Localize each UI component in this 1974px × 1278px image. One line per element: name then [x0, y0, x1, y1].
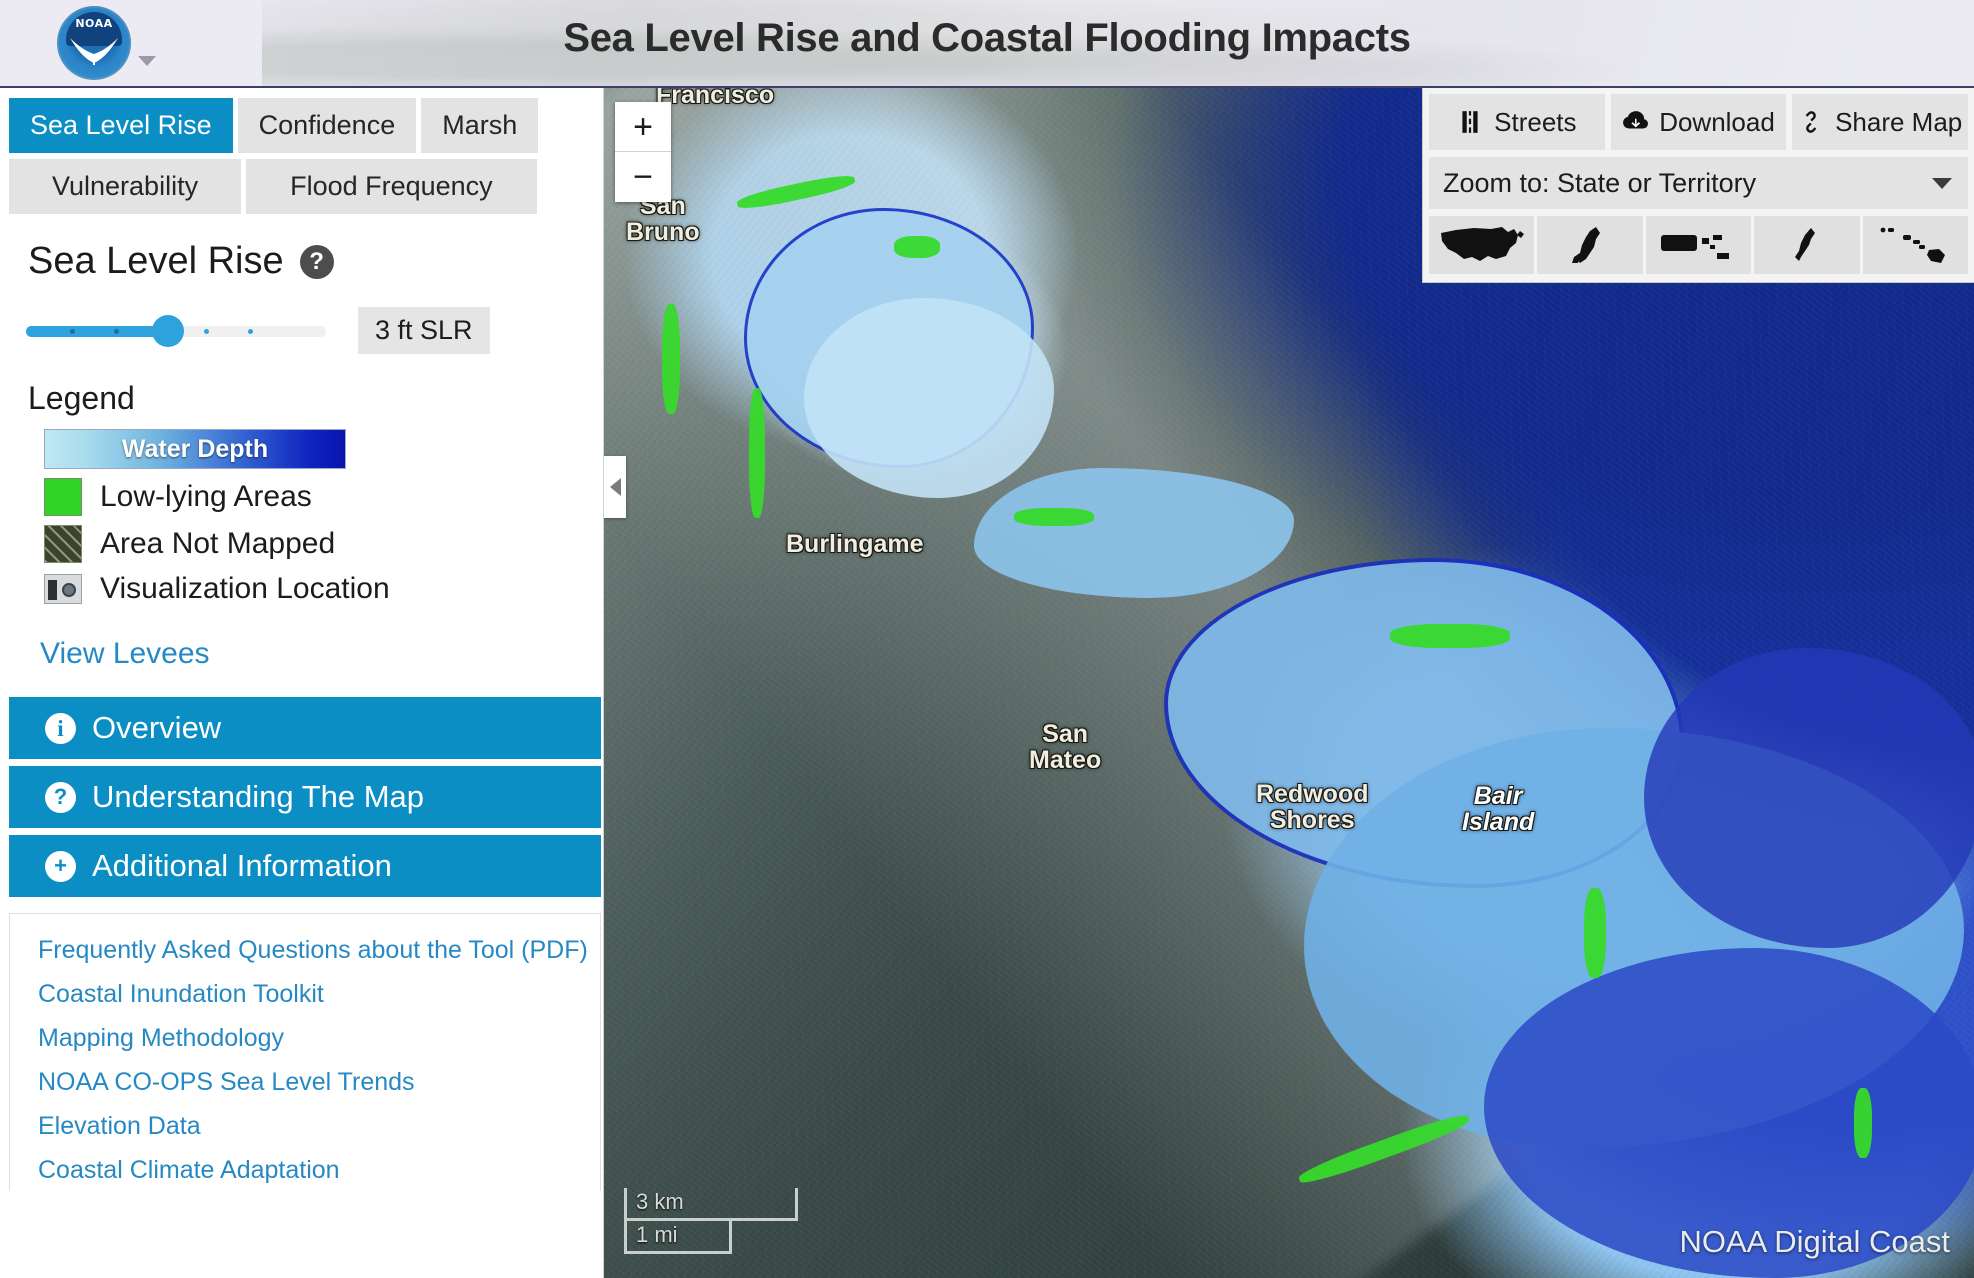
slr-slider[interactable]: [26, 314, 326, 347]
resource-links-panel: Frequently Asked Questions about the Too…: [9, 913, 601, 1192]
accordion-label-understanding-the-map: Understanding The Map: [92, 779, 425, 815]
collapse-sidebar-handle[interactable]: [604, 456, 626, 518]
region-button-hawaii[interactable]: [1862, 216, 1969, 274]
scale-mi-label: 1 mi: [624, 1221, 732, 1254]
link-faq[interactable]: Frequently Asked Questions about the Too…: [38, 936, 600, 965]
accordion-label-overview: Overview: [92, 710, 222, 746]
low-lying-area: [1584, 888, 1606, 978]
water-depth-gradient: Water Depth: [44, 429, 346, 470]
app-header: NOAA Sea Level Rise and Coastal Flooding…: [0, 0, 1974, 88]
streets-label: Streets: [1494, 106, 1577, 137]
accordion-label-additional-information: Additional Information: [92, 848, 392, 884]
camera-lens: [62, 583, 76, 598]
guam-map-icon: [1794, 228, 1815, 261]
download-label: Download: [1659, 106, 1775, 137]
legend-label-visualization: Visualization Location: [100, 572, 390, 606]
low-lying-swatch-icon: [44, 478, 82, 517]
legend-row-visualization: Visualization Location: [44, 572, 603, 606]
legend-label-low-lying: Low-lying Areas: [100, 480, 312, 514]
low-lying-area: [1390, 624, 1510, 648]
link-elevation-data[interactable]: Elevation Data: [38, 1112, 600, 1141]
tab-marsh[interactable]: Marsh: [421, 98, 539, 154]
low-lying-area: [894, 236, 940, 258]
tab-vulnerability[interactable]: Vulnerability: [9, 159, 242, 215]
tab-sea-level-rise[interactable]: Sea Level Rise: [9, 98, 233, 154]
legend-row-water-depth: Water Depth: [44, 429, 603, 470]
view-levees-link[interactable]: View Levees: [40, 637, 210, 671]
tab-confidence[interactable]: Confidence: [237, 98, 417, 154]
panel-title-row: Sea Level Rise ?: [28, 240, 603, 283]
legend-list: Water Depth Low-lying Areas Area Not Map…: [44, 429, 603, 606]
region-button-guam[interactable]: [1754, 216, 1860, 274]
map-canvas[interactable]: Francisco San Bruno Burlingame San Mateo R…: [604, 88, 1974, 1278]
plus-icon: +: [45, 850, 76, 882]
link-coastal-inundation-toolkit[interactable]: Coastal Inundation Toolkit: [38, 980, 600, 1009]
alaska-map-icon: [1572, 227, 1601, 263]
tab-flood-frequency[interactable]: Flood Frequency: [246, 159, 537, 215]
help-icon[interactable]: ?: [299, 244, 334, 279]
share-map-label: Share Map: [1835, 106, 1963, 137]
link-sea-level-trends[interactable]: NOAA CO-OPS Sea Level Trends: [38, 1068, 600, 1097]
question-icon: ?: [45, 781, 76, 813]
legend-label-not-mapped: Area Not Mapped: [100, 527, 336, 561]
low-lying-area: [1014, 508, 1094, 526]
streets-basemap-button[interactable]: Streets: [1429, 94, 1605, 150]
info-icon: i: [45, 712, 76, 744]
region-button-puerto-rico[interactable]: [1645, 216, 1752, 274]
share-map-button[interactable]: Share Map: [1792, 94, 1969, 150]
low-lying-area: [1854, 1088, 1872, 1158]
region-shortcut-row: [1429, 216, 1969, 274]
slider-tick-4[interactable]: [204, 328, 209, 334]
slider-tick-1[interactable]: [70, 328, 75, 334]
low-lying-area: [662, 304, 680, 414]
slr-value-badge: 3 ft SLR: [358, 307, 490, 355]
chevron-left-icon: [609, 478, 621, 496]
conus-map-icon: [1440, 227, 1524, 261]
accordion-item-understanding-the-map[interactable]: ? Understanding The Map: [9, 766, 601, 829]
cloud-download-icon: [1623, 111, 1649, 129]
sidebar: Sea Level Rise Confidence Marsh Vulnerab…: [0, 88, 604, 1278]
download-button[interactable]: Download: [1610, 94, 1787, 150]
accordion-item-overview[interactable]: i Overview: [9, 697, 601, 760]
zoom-out-button[interactable]: −: [615, 152, 671, 202]
road-icon: [1462, 111, 1478, 133]
legend-row-not-mapped: Area Not Mapped: [44, 525, 603, 564]
puerto-rico-map-icon: [1660, 235, 1729, 259]
accordion-item-additional-information[interactable]: + Additional Information: [9, 835, 601, 898]
area-not-mapped-swatch-icon: [44, 525, 82, 564]
zoom-to-label: Zoom to: State or Territory: [1443, 167, 1757, 198]
legend-row-low-lying: Low-lying Areas: [44, 478, 603, 517]
page-title: Sea Level Rise and Coastal Flooding Impa…: [563, 16, 1411, 60]
slider-tick-2[interactable]: [114, 328, 119, 334]
hawaii-map-icon: [1880, 227, 1946, 263]
tab-row-primary: Sea Level Rise Confidence Marsh: [9, 98, 603, 154]
zoom-to-state-dropdown[interactable]: Zoom to: State or Territory: [1429, 157, 1968, 209]
app-root: NOAA Sea Level Rise and Coastal Flooding…: [0, 0, 1974, 1278]
scale-km-label: 3 km: [624, 1188, 798, 1221]
tab-row-secondary: Vulnerability Flood Frequency: [9, 159, 603, 215]
camera-icon: [44, 574, 82, 605]
link-mapping-methodology[interactable]: Mapping Methodology: [38, 1024, 600, 1053]
map-toolbar: Streets Download Share Map Zoom to: Stat…: [1422, 88, 1974, 283]
panel-title: Sea Level Rise: [28, 240, 284, 283]
chevron-down-icon: [1932, 177, 1952, 189]
map-scale-bar: 3 km 1 mi: [624, 1188, 798, 1254]
map-toolbar-buttons: Streets Download Share Map: [1429, 94, 1969, 150]
camera-body: [48, 580, 57, 601]
legend-heading: Legend: [28, 380, 135, 417]
slr-slider-row: 3 ft SLR: [26, 307, 603, 355]
region-button-conus[interactable]: [1429, 216, 1535, 274]
water-depth-label: Water Depth: [121, 434, 269, 463]
slider-handle[interactable]: [152, 314, 184, 347]
link-coastal-climate-adaptation[interactable]: Coastal Climate Adaptation: [38, 1156, 600, 1185]
accordion: i Overview ? Understanding The Map + Add…: [9, 697, 601, 898]
region-button-alaska[interactable]: [1537, 216, 1643, 274]
low-lying-area: [749, 388, 765, 518]
zoom-in-button[interactable]: +: [615, 102, 671, 152]
slider-tick-5[interactable]: [248, 328, 253, 334]
map-zoom-controls: + −: [615, 102, 671, 202]
link-icon: [1805, 111, 1817, 133]
